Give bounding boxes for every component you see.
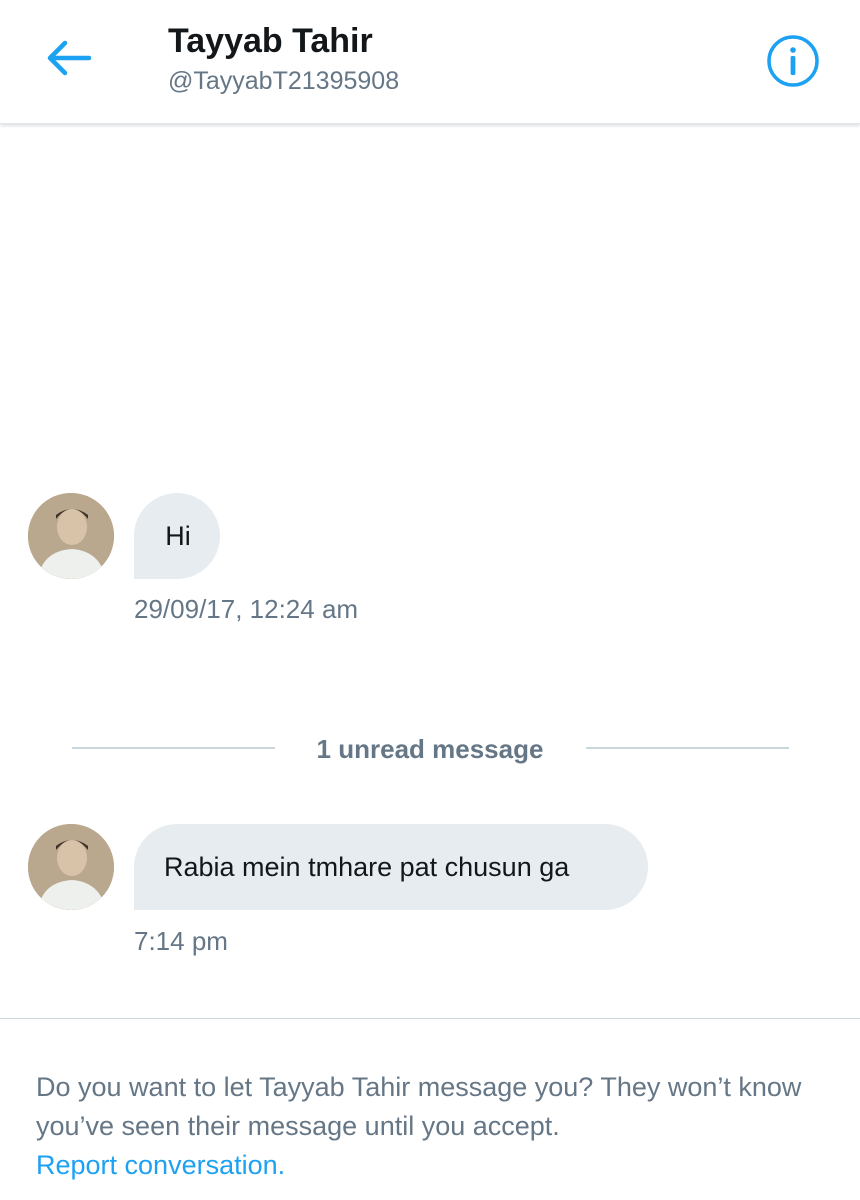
conversation-title-block[interactable]: Tayyab Tahir @TayyabT21395908 xyxy=(168,20,399,98)
unread-divider-left xyxy=(72,747,275,749)
avatar-photo xyxy=(28,824,114,910)
message-text: Rabia mein tmhare pat chusun ga xyxy=(164,852,570,882)
message-request-prompt: Do you want to let Tayyab Tahir message … xyxy=(36,1072,802,1141)
contact-handle: @TayyabT21395908 xyxy=(168,67,400,95)
back-button[interactable] xyxy=(40,30,96,86)
info-circle-icon xyxy=(767,35,819,87)
unread-divider-label: 1 unread message xyxy=(316,734,544,764)
contact-name: Tayyab Tahir xyxy=(168,22,373,60)
avatar[interactable] xyxy=(28,824,114,910)
message-timestamp: 29/09/17, 12:24 am xyxy=(134,594,359,624)
avatar[interactable] xyxy=(28,493,114,579)
footer-divider xyxy=(0,1018,860,1019)
message-text: Hi xyxy=(165,521,191,551)
message-bubble[interactable]: Hi xyxy=(134,493,220,579)
message-bubble[interactable]: Rabia mein tmhare pat chusun ga xyxy=(134,824,648,910)
avatar-photo xyxy=(28,493,114,579)
conversation-header: Tayyab Tahir @TayyabT21395908 xyxy=(0,0,860,124)
arrow-left-icon xyxy=(47,40,92,76)
message-timestamp: 7:14 pm xyxy=(134,926,228,956)
unread-divider-right xyxy=(586,747,789,749)
info-button[interactable] xyxy=(764,32,822,90)
report-conversation-link[interactable]: Report conversation. xyxy=(36,1146,285,1185)
